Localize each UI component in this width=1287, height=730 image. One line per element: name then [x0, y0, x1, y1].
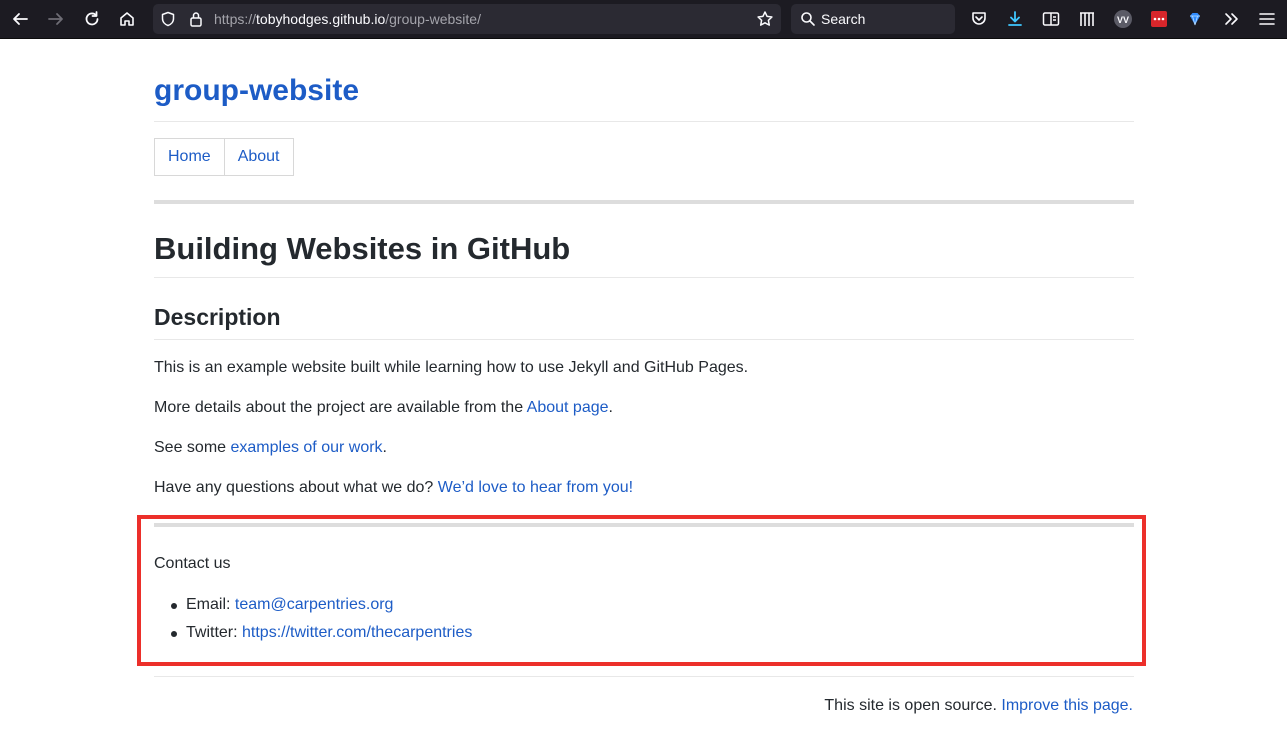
hamburger-menu-icon[interactable] [1256, 8, 1278, 30]
twitter-link[interactable]: https://twitter.com/thecarpentries [242, 624, 472, 641]
nav-about-link[interactable]: About [223, 139, 293, 175]
contact-email-item: Email: team@carpentries.org [154, 595, 472, 623]
examples-link[interactable]: examples of our work [230, 439, 382, 456]
bullet-icon [171, 603, 177, 609]
library-icon[interactable] [1076, 8, 1098, 30]
details-end: . [608, 399, 613, 416]
address-bar[interactable]: https://tobyhodges.github.io/group-websi… [153, 4, 781, 34]
extension-gem-icon[interactable] [1184, 8, 1206, 30]
reader-view-icon[interactable] [1040, 8, 1062, 30]
back-arrow-icon[interactable] [9, 8, 31, 30]
email-label: Email: [186, 596, 235, 613]
browser-toolbar: https://tobyhodges.github.io/group-websi… [0, 0, 1287, 39]
pocket-icon[interactable] [968, 8, 990, 30]
home-icon[interactable] [116, 8, 138, 30]
url-path: /group-website/ [385, 11, 481, 27]
details-paragraph: More details about the project are avail… [154, 399, 613, 417]
forward-arrow-icon[interactable] [45, 8, 67, 30]
nav-home-link[interactable]: Home [155, 139, 224, 175]
improve-page-link[interactable]: Improve this page. [1001, 697, 1133, 714]
twitter-label: Twitter: [186, 624, 243, 641]
examples-paragraph: See some examples of our work. [154, 439, 387, 457]
bookmark-star-icon[interactable] [754, 8, 776, 30]
bullet-icon [171, 631, 177, 637]
url-scheme: https:// [214, 11, 257, 27]
contact-list: Email: team@carpentries.org Twitter: htt… [154, 595, 472, 651]
footer: This site is open source. Improve this p… [824, 697, 1133, 715]
header-divider [154, 121, 1134, 122]
site-nav: Home About [154, 138, 294, 176]
overflow-chevrons-icon[interactable] [1220, 8, 1242, 30]
tracking-shield-icon[interactable] [157, 8, 179, 30]
url-domain: tobyhodges.github.io [256, 11, 386, 27]
reload-icon[interactable] [81, 8, 103, 30]
site-title-link[interactable]: group-website [154, 74, 359, 108]
contact-twitter-item: Twitter: https://twitter.com/thecarpentr… [154, 623, 472, 651]
contact-link[interactable]: We’d love to hear from you! [438, 479, 633, 496]
nav-divider [154, 200, 1134, 204]
footer-text: This site is open source. [824, 697, 1002, 714]
extension-vv-label: VV [1117, 15, 1129, 25]
search-icon [797, 8, 819, 30]
description-heading: Description [154, 304, 281, 330]
extension-red-icon[interactable] [1148, 8, 1170, 30]
heading-underline [154, 277, 1134, 278]
email-link[interactable]: team@carpentries.org [235, 596, 394, 613]
intro-paragraph: This is an example website built while l… [154, 359, 749, 376]
contact-divider [154, 523, 1134, 527]
details-text: More details about the project are avail… [154, 399, 527, 416]
questions-text: Have any questions about what we do? [154, 479, 438, 496]
contact-heading: Contact us [154, 555, 231, 572]
lock-icon[interactable] [185, 8, 207, 30]
page-heading: Building Websites in GitHub [154, 231, 571, 266]
subheading-underline [154, 339, 1134, 340]
extension-vv-icon[interactable]: VV [1112, 8, 1134, 30]
questions-paragraph: Have any questions about what we do? We’… [154, 479, 633, 497]
examples-text: See some [154, 439, 231, 456]
examples-end: . [382, 439, 387, 456]
downloads-icon[interactable] [1004, 8, 1026, 30]
url-text[interactable]: https://tobyhodges.github.io/group-websi… [214, 11, 481, 27]
search-placeholder: Search [821, 11, 866, 27]
about-page-link[interactable]: About page [527, 399, 609, 416]
footer-divider [154, 676, 1134, 677]
search-bar[interactable]: Search [791, 4, 955, 34]
